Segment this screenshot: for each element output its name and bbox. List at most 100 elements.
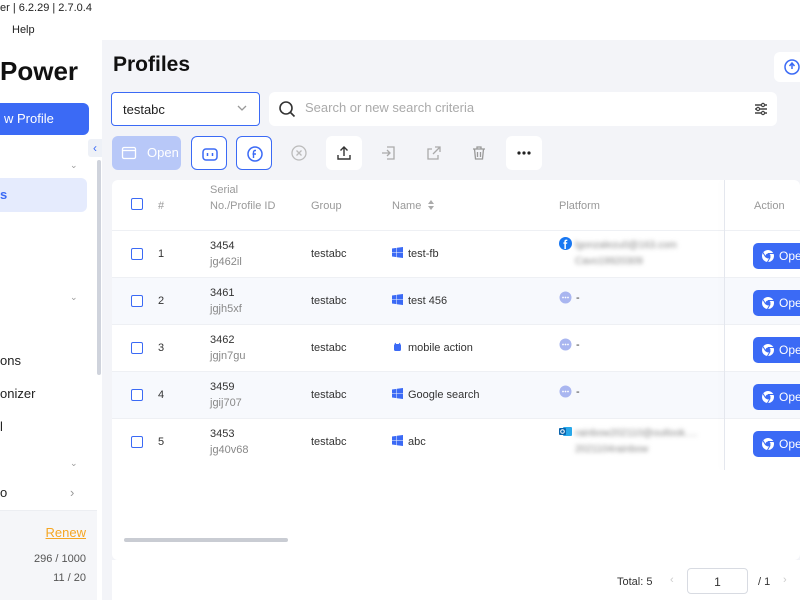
row-open-label: Open [779,249,800,263]
sync-fb-button[interactable] [236,136,272,170]
chevron-down-icon[interactable]: ⌄ [70,160,78,171]
chevron-down-icon[interactable]: ⌄ [70,458,78,469]
sidebar-item-extensions[interactable]: ons [0,353,21,368]
row-index: 5 [158,436,165,448]
search-icon [279,101,296,118]
profile-quota: 296 / 1000 [34,553,86,565]
more-button[interactable] [506,136,542,170]
share-button[interactable] [416,136,452,170]
pagination-bar: Total: 5 ‹ 1 / 1 › [112,560,800,600]
new-profile-button[interactable]: w Profile [0,103,89,135]
menu-bar: › Help [0,20,800,40]
import-button[interactable] [371,136,407,170]
horizontal-scrollbar[interactable] [124,538,288,542]
row-index: 2 [158,295,165,307]
row-index: 4 [158,389,165,401]
browser-icon [762,250,774,263]
windows-icon [392,435,403,446]
row-open-button[interactable]: Open [753,431,800,457]
row-checkbox[interactable] [131,436,143,448]
windows-icon [392,388,403,399]
member-quota: 11 / 20 [53,572,86,584]
renew-link[interactable]: Renew [46,525,86,540]
column-header-index: # [158,200,165,212]
sidebar-item-synchronizer[interactable]: onizer [0,386,35,401]
outlook-icon [559,427,572,436]
browser-icon [762,344,774,357]
sidebar-item-more[interactable]: o [0,485,7,500]
column-header-serial[interactable]: Serial No./Profile ID [210,182,285,232]
row-name[interactable]: Google search [408,389,480,401]
table-row[interactable]: 4 3459 jgij707 testabc Google search - Open [112,371,800,418]
row-name[interactable]: abc [408,436,426,448]
row-profile-id: jg40v68 [210,444,249,456]
group-select[interactable]: testabc [111,92,260,126]
row-checkbox[interactable] [131,248,143,260]
android-icon [394,342,401,351]
page-number-input[interactable]: 1 [687,568,748,594]
delete-button[interactable] [461,136,497,170]
filter-settings-icon[interactable] [753,101,769,117]
row-platform-icon [559,237,572,253]
table-row[interactable]: 3 3462 jgjn7gu testabc mobile action - Open [112,324,800,371]
trash-icon [473,146,485,160]
row-platform-account: rainbow202110@outlook.… [575,428,698,439]
row-checkbox[interactable] [131,295,143,307]
row-serial: 3459 [210,381,235,393]
row-checkbox[interactable] [131,342,143,354]
column-header-group: Group [311,200,342,212]
facebook-icon [559,237,572,250]
row-name[interactable]: test-fb [408,248,439,260]
row-profile-id: jgjh5xf [210,303,242,315]
upload-button[interactable] [326,136,362,170]
row-platform-icon [559,425,572,441]
sidebar-item-tool[interactable]: l [0,419,3,434]
import-icon [382,146,395,160]
table-row[interactable]: 2 3461 jgjh5xf testabc test 456 - Open [112,277,800,324]
sync-button[interactable] [774,52,800,82]
row-name[interactable]: test 456 [408,295,447,307]
select-all-checkbox[interactable] [131,198,143,210]
next-page-icon[interactable]: › [783,574,787,586]
row-open-button[interactable]: Open [753,384,800,410]
browser-icon [762,438,774,451]
sidebar: Power w Profile ‹ ⌄ s ⌄ ons onizer l ⌄ o… [0,40,102,600]
sidebar-item-profiles[interactable]: s [0,178,87,212]
row-os-icon [392,294,403,308]
row-group: testabc [311,389,347,401]
collapse-sidebar-icon[interactable]: ‹ [88,139,102,157]
table-row[interactable]: 5 3453 jg40v68 testabc abc rainbow202110@outl… [112,418,800,465]
menu-help[interactable]: Help [12,24,35,36]
browser-icon [762,391,774,404]
row-group: testabc [311,436,347,448]
row-checkbox[interactable] [131,389,143,401]
row-platform-icon [559,291,572,307]
previous-page-icon[interactable]: ‹ [670,574,674,586]
column-header-name[interactable]: Name [392,180,435,230]
row-group: testabc [311,342,347,354]
row-serial: 3462 [210,334,235,346]
chevron-down-icon[interactable]: ⌄ [70,292,78,303]
row-platform-account: - [576,292,580,304]
search-input[interactable] [305,100,725,115]
profiles-table: # Serial No./Profile ID Group Name Platf… [112,180,800,560]
row-open-button[interactable]: Open [753,337,800,363]
row-platform-password: 2021104rainbow [575,444,649,455]
action-column-divider [724,180,725,470]
total-count: Total: 5 [617,576,653,588]
row-open-label: Open [779,296,800,310]
row-open-button[interactable]: Open [753,243,800,269]
row-open-button[interactable]: Open [753,290,800,316]
open-button[interactable]: Open [112,136,181,170]
sidebar-scrollbar[interactable] [97,160,101,375]
sort-icon[interactable] [427,200,435,210]
search-bar [269,92,777,126]
row-name[interactable]: mobile action [408,342,473,354]
platform-placeholder-icon [559,385,572,398]
close-profile-button[interactable] [281,136,317,170]
automation-button[interactable] [191,136,227,170]
table-row[interactable]: 1 3454 jg462il testabc test-fb lgonzalezu0@16… [112,230,800,277]
row-os-icon [392,341,403,355]
chevron-right-icon[interactable]: › [70,485,74,500]
more-dots-icon [517,151,531,155]
